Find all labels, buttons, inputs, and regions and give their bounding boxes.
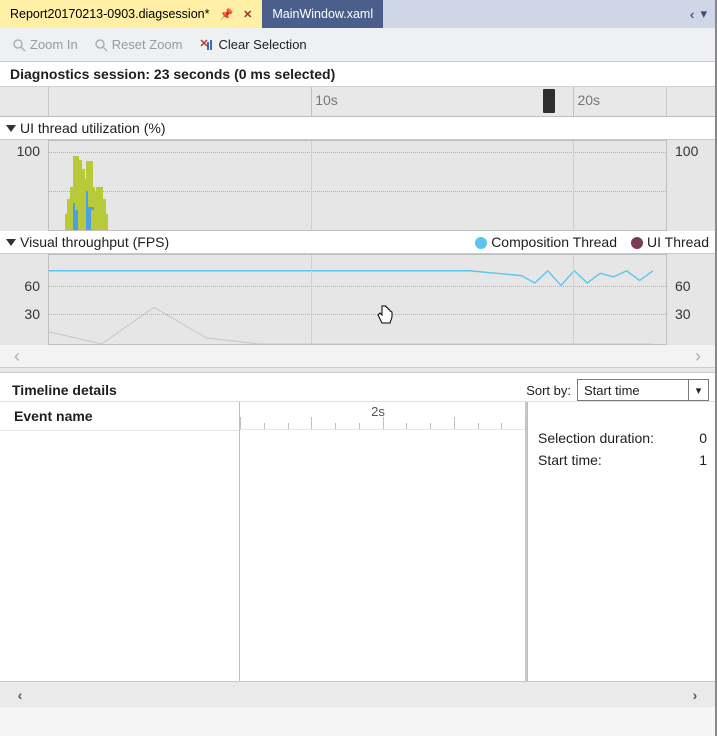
- bottom-hscrollbar[interactable]: ‹ ›: [0, 681, 715, 707]
- start-time-value: 1: [699, 452, 707, 468]
- ui-util-chart[interactable]: 100 100: [0, 139, 715, 231]
- throughput-panel-header[interactable]: Visual throughput (FPS) Composition Thre…: [0, 231, 715, 253]
- timeline-ruler[interactable]: 10s20s: [0, 87, 715, 117]
- event-name-column: Event name: [0, 402, 240, 681]
- diagnostics-toolbar: Zoom In Reset Zoom Clear Selection: [0, 28, 715, 62]
- sort-by-dropdown[interactable]: Start time ▾: [577, 379, 709, 401]
- clear-selection-button[interactable]: Clear Selection: [193, 35, 313, 54]
- zoom-in-button[interactable]: Zoom In: [6, 35, 84, 54]
- event-timeline-column[interactable]: 2s: [240, 402, 527, 681]
- scroll-right-icon[interactable]: ›: [685, 686, 705, 704]
- reset-zoom-button[interactable]: Reset Zoom: [88, 35, 189, 54]
- timeline-detail-grid: Event name 2s Selection duration:0 Start…: [0, 401, 715, 681]
- chart-hscroll: ‹ ›: [0, 345, 715, 367]
- document-tabstrip: Report20170213-0903.diagsession* 📌 ✕ Mai…: [0, 0, 715, 28]
- collapse-icon[interactable]: [6, 125, 16, 132]
- reset-zoom-label: Reset Zoom: [112, 37, 183, 52]
- tab-active-report[interactable]: Report20170213-0903.diagsession* 📌 ✕: [0, 0, 262, 28]
- y-axis-left: 100: [0, 140, 44, 231]
- start-time-label: Start time:: [538, 452, 699, 468]
- detail-ruler[interactable]: 2s: [240, 402, 525, 430]
- throughput-chart[interactable]: 60 30 60 30: [0, 253, 715, 345]
- selection-details-pane: Selection duration:0 Start time:1: [527, 402, 715, 681]
- scroll-left-icon[interactable]: ‹: [10, 686, 30, 704]
- dropdown-caret-icon[interactable]: ▾: [688, 380, 708, 400]
- scroll-left-icon[interactable]: ‹: [14, 346, 20, 367]
- tabstrip-spacer: [383, 0, 682, 28]
- sort-by-value: Start time: [584, 383, 640, 398]
- session-header: Diagnostics session: 23 seconds (0 ms se…: [0, 62, 715, 87]
- clear-selection-label: Clear Selection: [219, 37, 307, 52]
- timeline-details-title: Timeline details: [12, 382, 117, 398]
- tab-label: MainWindow.xaml: [272, 7, 373, 21]
- event-name-header[interactable]: Event name: [0, 402, 239, 431]
- tab-label: Report20170213-0903.diagsession*: [10, 7, 209, 21]
- zoom-in-label: Zoom In: [30, 37, 78, 52]
- throughput-title: Visual throughput (FPS): [20, 234, 169, 250]
- tabstrip-overflow: ‹‹ ▾: [682, 0, 715, 28]
- ui-util-title: UI thread utilization (%): [20, 120, 166, 136]
- y-axis-right: 60 30: [671, 254, 715, 345]
- ui-util-panel-header[interactable]: UI thread utilization (%): [0, 117, 715, 139]
- collapse-icon[interactable]: [6, 239, 16, 246]
- timeline-details-header: Timeline details Sort by: Start time ▾: [0, 373, 715, 401]
- overflow-chevrons-icon[interactable]: ‹‹: [690, 7, 691, 22]
- y-axis-left: 60 30: [0, 254, 44, 345]
- throughput-legend: Composition Thread UI Thread: [475, 234, 709, 250]
- tab-inactive-mainwindow[interactable]: MainWindow.xaml: [262, 0, 383, 28]
- sort-by-label: Sort by:: [526, 383, 571, 398]
- y-axis-right: 100: [671, 140, 715, 231]
- window-menu-icon[interactable]: ▾: [700, 6, 707, 22]
- pin-icon[interactable]: 📌: [219, 8, 233, 21]
- scrub-marker[interactable]: [543, 89, 555, 113]
- selection-duration-value: 0: [699, 430, 707, 446]
- scroll-right-icon[interactable]: ›: [695, 346, 701, 367]
- selection-duration-label: Selection duration:: [538, 430, 699, 446]
- close-icon[interactable]: ✕: [243, 8, 252, 21]
